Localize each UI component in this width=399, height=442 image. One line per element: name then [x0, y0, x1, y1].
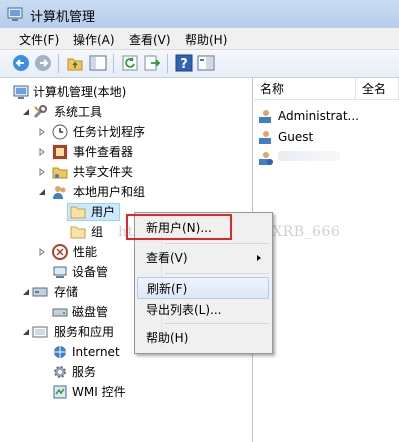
- menu-view[interactable]: 查看(V): [129, 31, 171, 48]
- submenu-arrow-icon: [257, 255, 261, 261]
- tree-label: 性能: [73, 245, 98, 259]
- expanded-triangle-icon[interactable]: [38, 188, 46, 196]
- tree-item-services[interactable]: 服务: [52, 362, 132, 382]
- folder-icon: [70, 226, 86, 239]
- tree-label: 存储: [54, 285, 79, 299]
- tree-item-device-manager[interactable]: 设备管: [52, 262, 132, 282]
- disk-icon: [52, 308, 68, 317]
- user-name: Administrat...: [278, 109, 359, 123]
- menu-separator: [165, 323, 269, 324]
- menu-item-view[interactable]: 查看(V): [137, 247, 269, 269]
- tree-item-task-scheduler[interactable]: 任务计划程序: [38, 122, 178, 142]
- menu-bar: 文件(F) 操作(A) 查看(V) 帮助(H): [0, 28, 399, 50]
- users-group-icon: [53, 186, 66, 199]
- toolbar-separator: [167, 54, 168, 73]
- tree-label: 任务计划程序: [73, 125, 146, 139]
- properties-icon[interactable]: [197, 54, 215, 72]
- shared-folder-icon: [52, 167, 68, 179]
- clock-icon: [52, 124, 68, 140]
- tree-label: 本地用户和组: [73, 185, 146, 199]
- toolbar-separator: [58, 54, 59, 73]
- menu-item-label: 帮助(H): [146, 331, 189, 345]
- menu-item-label: 导出列表(L)...: [146, 303, 222, 317]
- gear-icon: [54, 366, 66, 378]
- tree-item-local-users-groups[interactable]: 本地用户和组: [38, 182, 178, 202]
- export-icon[interactable]: [143, 54, 161, 72]
- user-icon: [259, 110, 271, 123]
- up-folder-icon[interactable]: [66, 54, 84, 72]
- performance-icon: [52, 244, 68, 260]
- annotation-highlight-box: [126, 214, 232, 240]
- tools-icon: [33, 105, 47, 119]
- tree-label: 计算机管理(本地): [33, 85, 127, 99]
- expanded-triangle-icon[interactable]: [22, 328, 30, 336]
- user-row-guest[interactable]: Guest: [258, 127, 398, 147]
- storage-icon: [32, 287, 48, 297]
- menu-file[interactable]: 文件(F): [19, 31, 59, 48]
- tree-label: 设备管: [72, 265, 109, 279]
- tree-item-services-apps[interactable]: 服务和应用: [22, 322, 132, 342]
- tree-label: WMI 控件: [72, 385, 126, 399]
- menu-separator: [165, 243, 269, 244]
- device-manager-icon: [53, 266, 67, 278]
- title-bar: 计算机管理: [0, 0, 399, 29]
- toolbar-separator: [113, 54, 114, 73]
- refresh-icon[interactable]: [121, 54, 139, 72]
- user-icon: [259, 131, 271, 144]
- user-name: Guest: [278, 130, 314, 144]
- show-tree-icon[interactable]: [89, 54, 107, 72]
- tree-item-internet-info[interactable]: Internet: [52, 342, 132, 362]
- menu-item-label: 查看(V): [146, 251, 188, 265]
- tree-label: Internet: [72, 345, 120, 359]
- collapsed-triangle-icon[interactable]: [38, 128, 46, 136]
- tree-item-storage[interactable]: 存储: [22, 282, 132, 302]
- menu-help[interactable]: 帮助(H): [185, 31, 227, 48]
- wmi-icon: [53, 385, 67, 399]
- services-apps-icon: [32, 326, 48, 338]
- expanded-triangle-icon[interactable]: [22, 288, 30, 296]
- menu-item-export-list[interactable]: 导出列表(L)...: [137, 299, 269, 321]
- tree-item-groups[interactable]: 组: [70, 222, 120, 242]
- tree-label: 事件查看器: [73, 145, 134, 159]
- tree-item-performance[interactable]: 性能: [38, 242, 138, 262]
- computer-management-icon: [13, 85, 29, 99]
- event-viewer-icon: [53, 145, 67, 159]
- folder-icon: [70, 206, 86, 219]
- tree-label: 系统工具: [54, 105, 103, 119]
- tree-label: 用户: [91, 205, 116, 219]
- toolbar: ?: [0, 50, 399, 78]
- tree-item-disk-management[interactable]: 磁盘管: [52, 302, 132, 322]
- tree-label: 服务: [72, 365, 97, 379]
- menu-item-label: 刷新(F): [147, 282, 188, 296]
- computer-management-icon: [7, 7, 23, 21]
- forward-icon[interactable]: [34, 54, 52, 72]
- menu-action[interactable]: 操作(A): [73, 31, 115, 48]
- tree-label: 组: [91, 225, 104, 239]
- tree-item-wmi[interactable]: WMI 控件: [52, 382, 152, 402]
- menu-item-refresh[interactable]: 刷新(F): [137, 277, 269, 299]
- back-icon[interactable]: [12, 54, 30, 72]
- tree-label: 服务和应用: [54, 325, 115, 339]
- user-row-administrator[interactable]: Administrat...: [258, 106, 398, 126]
- iis-icon: [54, 346, 66, 358]
- window-title: 计算机管理: [30, 10, 96, 25]
- collapsed-triangle-icon[interactable]: [38, 248, 46, 256]
- svg-text:?: ?: [180, 57, 188, 72]
- tree-label: 共享文件夹: [73, 165, 134, 179]
- menu-item-help[interactable]: 帮助(H): [137, 327, 269, 349]
- expanded-triangle-icon[interactable]: [22, 108, 30, 116]
- column-header-fullname[interactable]: 全名: [356, 78, 399, 100]
- user-disabled-icon: [259, 152, 273, 165]
- column-header-name[interactable]: 名称: [254, 78, 356, 100]
- collapsed-triangle-icon[interactable]: [38, 148, 46, 156]
- tree-label: 磁盘管: [72, 305, 109, 319]
- redacted-username: [278, 151, 340, 161]
- menu-separator: [165, 273, 269, 274]
- collapsed-triangle-icon[interactable]: [38, 168, 46, 176]
- tree-item-system-tools[interactable]: 系统工具: [22, 102, 142, 122]
- help-icon[interactable]: ?: [175, 54, 193, 72]
- tree-item-shared-folders[interactable]: 共享文件夹: [38, 162, 178, 182]
- tree-item-users[interactable]: 用户: [70, 202, 120, 222]
- tree-item-event-viewer[interactable]: 事件查看器: [38, 142, 178, 162]
